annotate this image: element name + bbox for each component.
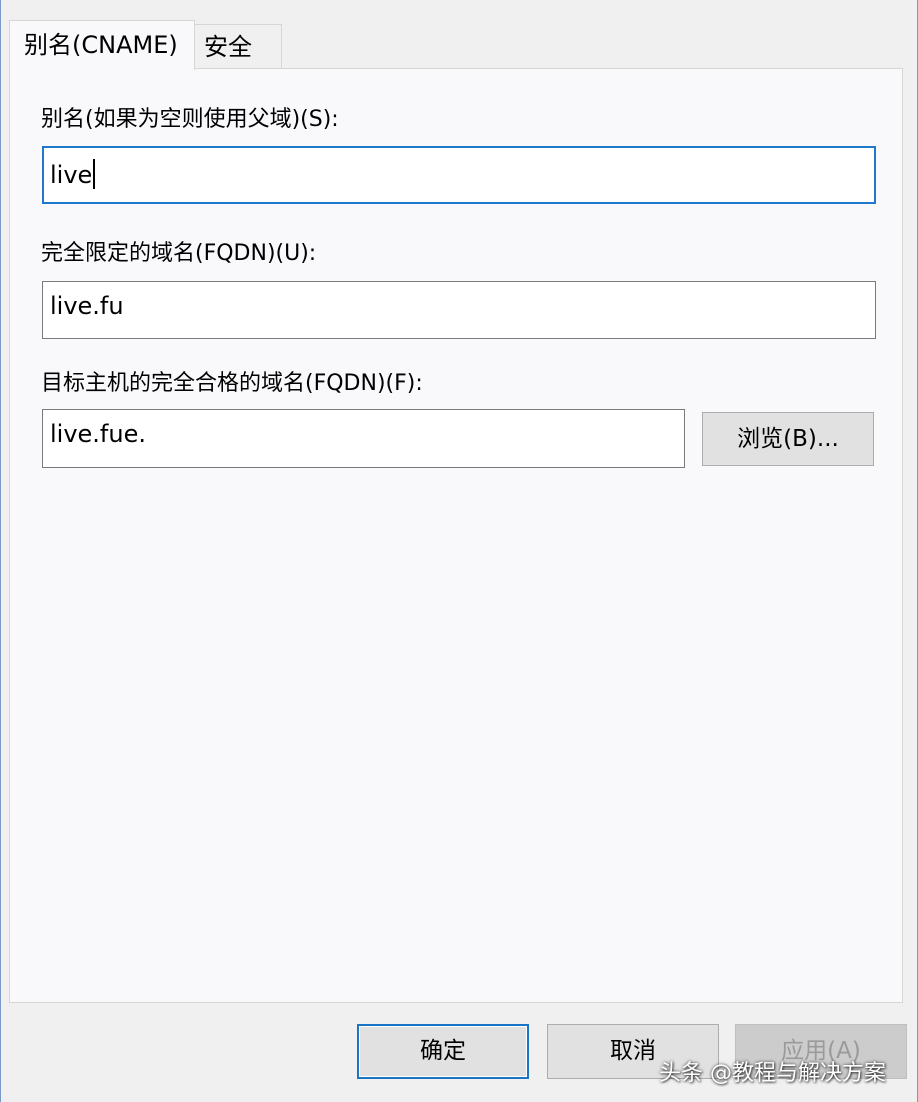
- tab-panel-cname: 别名(如果为空则使用父域)(S): live 完全限定的域名(FQDN)(U):…: [9, 68, 903, 1003]
- alias-input[interactable]: live: [42, 146, 876, 204]
- fqdn-label: 完全限定的域名(FQDN)(U):: [41, 241, 317, 266]
- fqdn-field[interactable]: live.fu: [42, 281, 876, 339]
- target-host-input[interactable]: live.fue.: [42, 409, 685, 468]
- watermark-text: 头条 @教程与解决方案: [659, 1061, 886, 1086]
- cname-properties-dialog: 别名(CNAME) 安全 别名(如果为空则使用父域)(S): live 完全限定…: [0, 0, 918, 1102]
- tab-cname[interactable]: 别名(CNAME): [9, 20, 195, 70]
- alias-input-value: live: [50, 161, 93, 189]
- tab-security[interactable]: 安全: [194, 24, 282, 69]
- ok-button[interactable]: 确定: [357, 1024, 529, 1079]
- target-host-label: 目标主机的完全合格的域名(FQDN)(F):: [41, 371, 423, 396]
- text-caret: [93, 159, 96, 189]
- alias-label: 别名(如果为空则使用父域)(S):: [41, 107, 339, 132]
- browse-button[interactable]: 浏览(B)...: [702, 412, 874, 466]
